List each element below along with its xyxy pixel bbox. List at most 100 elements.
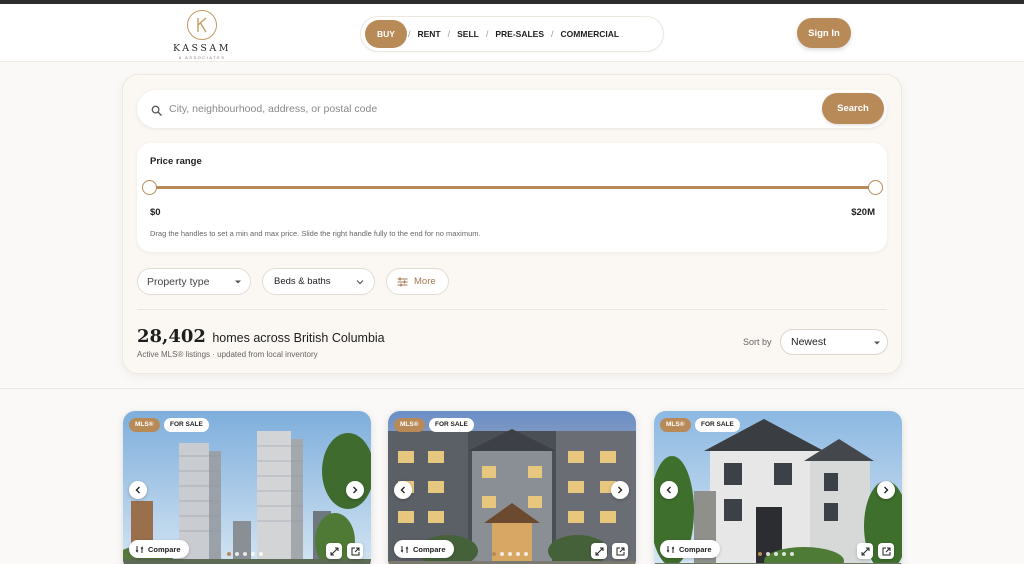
search-bar: Search	[137, 90, 887, 128]
previous-photo-button[interactable]	[394, 481, 412, 499]
chevron-right-icon	[884, 486, 889, 494]
expand-button[interactable]	[591, 543, 607, 559]
mls-badge: MLS®	[660, 418, 691, 432]
results-count: 28,402 homes across British Columbia	[137, 326, 385, 347]
photo-dot[interactable]	[235, 552, 239, 556]
compare-button[interactable]: Compare	[394, 540, 454, 558]
logo-name: KASSAM	[172, 43, 231, 54]
chevron-right-icon	[353, 486, 358, 494]
expand-icon	[595, 547, 603, 555]
nav-buy[interactable]: BUY	[365, 20, 407, 48]
chevron-down-icon	[356, 280, 364, 285]
price-range-hint: Drag the handles to set a min and max pr…	[150, 229, 481, 238]
photo-dot[interactable]	[766, 552, 770, 556]
expand-icon	[861, 547, 869, 555]
photo-dot[interactable]	[251, 552, 255, 556]
listing-card[interactable]: MLS® FOR SALE Compare	[654, 411, 902, 564]
photo-dots	[758, 552, 794, 556]
price-max-handle[interactable]	[868, 180, 883, 195]
price-min-handle[interactable]	[142, 180, 157, 195]
listing-card[interactable]: MLS® FOR SALE Compare	[123, 411, 371, 564]
chevron-left-icon	[135, 486, 140, 494]
search-button[interactable]: Search	[822, 93, 884, 124]
photo-dot[interactable]	[500, 552, 504, 556]
compare-label: Compare	[679, 544, 712, 554]
results-count-number: 28,402	[137, 326, 206, 347]
external-link-icon	[616, 547, 624, 555]
next-photo-button[interactable]	[611, 481, 629, 499]
compare-icon	[666, 545, 675, 553]
site-header: KASSAM & ASSOCIATES BUY / RENT / SELL / …	[0, 4, 1024, 62]
sort-dropdown[interactable]: Newest	[780, 329, 888, 355]
results-subtitle: Active MLS® listings · updated from loca…	[137, 350, 318, 359]
photo-dot[interactable]	[243, 552, 247, 556]
price-range-card: Price range $0 $20M Drag the handles to …	[137, 143, 887, 252]
more-filters-button[interactable]: More	[386, 268, 449, 295]
photo-dot[interactable]	[524, 552, 528, 556]
panel-divider	[137, 309, 887, 310]
for-sale-badge: FOR SALE	[695, 418, 740, 432]
photo-dot[interactable]	[782, 552, 786, 556]
sort-value: Newest	[791, 336, 827, 348]
sort-label: Sort by	[743, 337, 772, 347]
listing-card[interactable]: MLS® FOR SALE Compare	[388, 411, 636, 564]
nav-sell[interactable]: SELL	[451, 20, 485, 48]
compare-label: Compare	[413, 544, 446, 554]
nav-commercial[interactable]: COMMERCIAL	[555, 20, 626, 48]
compare-button[interactable]: Compare	[660, 540, 720, 558]
compare-icon	[135, 545, 144, 553]
photo-dot[interactable]	[758, 552, 762, 556]
chevron-right-icon	[618, 486, 623, 494]
chevron-left-icon	[400, 486, 405, 494]
logo-subtitle: & ASSOCIATES	[178, 55, 226, 60]
previous-photo-button[interactable]	[129, 481, 147, 499]
photo-dot[interactable]	[790, 552, 794, 556]
previous-photo-button[interactable]	[660, 481, 678, 499]
mls-badge: MLS®	[394, 418, 425, 432]
nav-separator: /	[551, 29, 554, 39]
open-listing-button[interactable]	[878, 543, 894, 559]
price-slider-track[interactable]	[149, 186, 875, 189]
photo-dot[interactable]	[259, 552, 263, 556]
photo-dot[interactable]	[508, 552, 512, 556]
for-sale-badge: FOR SALE	[164, 418, 209, 432]
open-listing-button[interactable]	[347, 543, 363, 559]
expand-icon	[330, 547, 338, 555]
beds-baths-dropdown[interactable]: Beds & baths	[262, 268, 375, 295]
chevron-down-icon	[874, 341, 880, 345]
price-range-title: Price range	[150, 156, 202, 167]
photo-dot[interactable]	[227, 552, 231, 556]
compare-icon	[400, 545, 409, 553]
chevron-left-icon	[666, 486, 671, 494]
compare-label: Compare	[148, 544, 181, 554]
photo-dots	[227, 552, 263, 556]
next-photo-button[interactable]	[877, 481, 895, 499]
photo-dot[interactable]	[774, 552, 778, 556]
next-photo-button[interactable]	[346, 481, 364, 499]
price-max-label: $20M	[851, 207, 875, 218]
search-input[interactable]	[169, 96, 809, 122]
kassam-logo[interactable]: KASSAM & ASSOCIATES	[170, 10, 234, 60]
section-divider	[0, 388, 1024, 389]
nav-rent[interactable]: RENT	[411, 20, 446, 48]
photo-dots	[492, 552, 528, 556]
expand-button[interactable]	[857, 543, 873, 559]
beds-baths-label: Beds & baths	[274, 276, 331, 287]
sign-in-button[interactable]: Sign In	[797, 18, 851, 48]
compare-button[interactable]: Compare	[129, 540, 189, 558]
property-type-label: Property type	[147, 275, 210, 288]
photo-dot[interactable]	[492, 552, 496, 556]
photo-dot[interactable]	[516, 552, 520, 556]
for-sale-badge: FOR SALE	[429, 418, 474, 432]
external-link-icon	[351, 547, 359, 555]
external-link-icon	[882, 547, 890, 555]
open-listing-button[interactable]	[612, 543, 628, 559]
logo-mark-icon	[187, 10, 217, 40]
mls-badge: MLS®	[129, 418, 160, 432]
search-icon	[151, 103, 162, 121]
results-count-text: homes across British Columbia	[212, 331, 385, 345]
nav-pre-sales[interactable]: PRE-SALES	[489, 20, 550, 48]
price-min-label: $0	[150, 207, 161, 218]
expand-button[interactable]	[326, 543, 342, 559]
property-type-dropdown[interactable]: Property type	[137, 268, 251, 295]
